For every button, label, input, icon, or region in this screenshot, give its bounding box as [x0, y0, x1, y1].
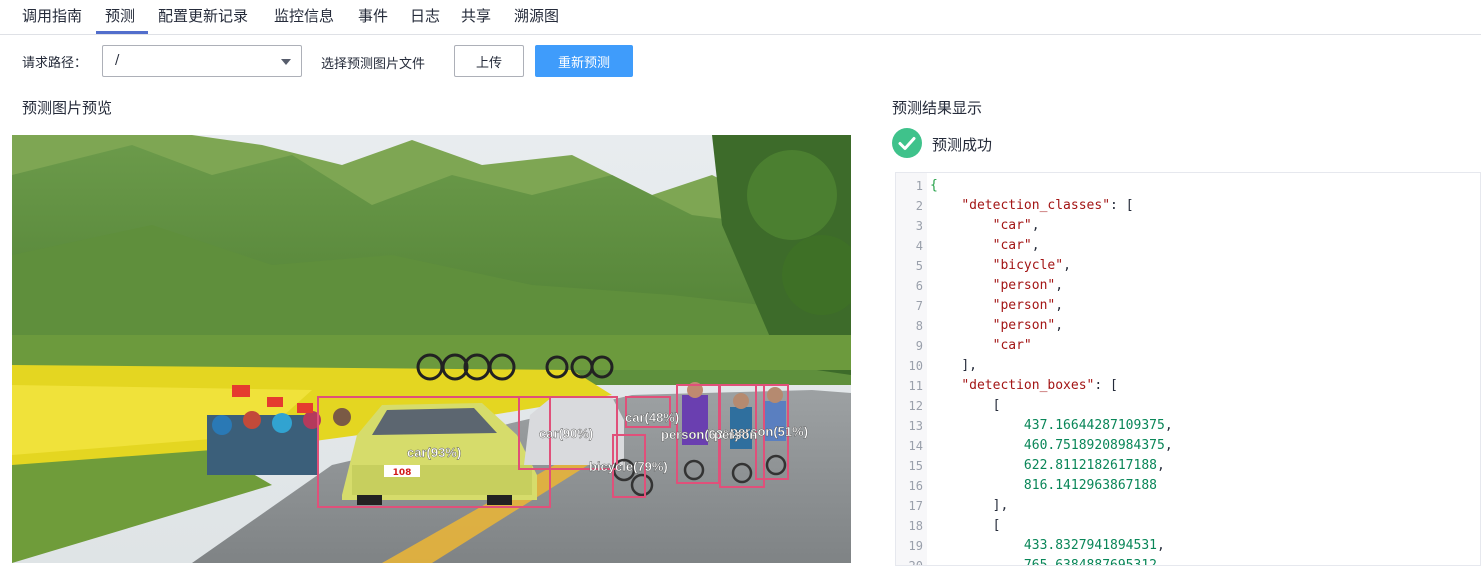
code-text: "car", — [992, 218, 1040, 233]
line-number: 7 — [915, 299, 923, 313]
line-number: 13 — [908, 419, 923, 433]
code-text: 460.75189208984375, — [1023, 438, 1173, 453]
scene-image: 108 car(93%) car(90%) car(48%) bicycle(7… — [12, 135, 851, 563]
status-text: 预测成功 — [932, 136, 993, 154]
line-number: 10 — [908, 359, 923, 373]
code-line: 18 [ — [896, 516, 1480, 536]
line-number: 14 — [908, 439, 923, 453]
code-line: 4 "car", — [896, 236, 1480, 256]
code-line: 5 "bicycle", — [896, 256, 1480, 276]
active-tab-indicator — [96, 31, 148, 34]
code-line: 8 "person", — [896, 316, 1480, 336]
code-line: 13 437.16644287109375, — [896, 416, 1480, 436]
code-text: [ — [992, 518, 1001, 533]
line-number: 16 — [908, 479, 923, 493]
path-select-value: / — [115, 53, 120, 68]
code-text: "person", — [992, 318, 1064, 333]
line-number: 17 — [908, 499, 923, 513]
detection-label: car(90%) — [539, 426, 593, 441]
line-number: 3 — [915, 219, 923, 233]
license-plate: 108 — [393, 468, 412, 478]
check-circle-icon — [892, 128, 922, 158]
tab-logs[interactable]: 日志 — [410, 6, 440, 26]
tab-monitoring[interactable]: 监控信息 — [274, 6, 334, 26]
code-line: 3 "car", — [896, 216, 1480, 236]
line-number: 19 — [908, 539, 923, 553]
code-line: 15 622.8112182617188, — [896, 456, 1480, 476]
code-text: "person", — [992, 298, 1064, 313]
code-text: "detection_boxes": [ — [961, 378, 1118, 393]
code-text: { — [930, 178, 938, 193]
code-text: "car", — [992, 238, 1040, 253]
code-line: 9 "car" — [896, 336, 1480, 356]
code-line: 1{ — [896, 176, 1480, 196]
detection-label: bicycle(79%) — [589, 459, 668, 474]
detection-label: car(48%) — [625, 410, 679, 425]
detection-label: car(93%) — [407, 445, 461, 460]
line-number: 1 — [915, 179, 923, 193]
line-number: 11 — [908, 379, 923, 393]
prediction-image-preview: 108 car(93%) car(90%) car(48%) bicycle(7… — [12, 135, 851, 563]
detection-label: person — [714, 427, 757, 442]
json-result-viewer[interactable]: 1{2 "detection_classes": [3 "car", 4 "car… — [895, 172, 1481, 566]
path-label: 请求路径： — [22, 56, 88, 71]
code-line: 20 765.6384887695312, — [896, 556, 1480, 566]
code-line: 12 [ — [896, 396, 1480, 416]
code-text: ], — [961, 358, 977, 373]
file-select-label: 选择预测图片文件 — [321, 57, 426, 72]
tab-guide[interactable]: 调用指南 — [22, 6, 82, 26]
preview-title: 预测图片预览 — [22, 99, 113, 117]
code-text: [ — [992, 398, 1001, 413]
code-line: 10 ], — [896, 356, 1480, 376]
line-number: 20 — [908, 559, 923, 566]
code-text: "car" — [992, 338, 1032, 353]
code-text: 437.16644287109375, — [1023, 418, 1173, 433]
result-title: 预测结果显示 — [892, 99, 983, 117]
upload-button[interactable]: 上传 — [454, 45, 524, 77]
code-text: 765.6384887695312, — [1023, 558, 1165, 566]
line-number: 18 — [908, 519, 923, 533]
tab-predict[interactable]: 预测 — [105, 6, 135, 26]
line-number: 5 — [915, 259, 923, 273]
code-line: 6 "person", — [896, 276, 1480, 296]
repredict-button[interactable]: 重新预测 — [535, 45, 633, 77]
code-line: 7 "person", — [896, 296, 1480, 316]
code-line: 14 460.75189208984375, — [896, 436, 1480, 456]
line-number: 9 — [915, 339, 923, 353]
line-number: 6 — [915, 279, 923, 293]
code-line: 17 ], — [896, 496, 1480, 516]
line-number: 8 — [915, 319, 923, 333]
line-number: 12 — [908, 399, 923, 413]
tab-bar: 调用指南 预测 配置更新记录 监控信息 事件 日志 共享 溯源图 — [0, 0, 1481, 35]
tab-events[interactable]: 事件 — [358, 6, 388, 26]
line-number: 2 — [915, 199, 923, 213]
code-line: 19 433.8327941894531, — [896, 536, 1480, 556]
code-text: ], — [992, 498, 1009, 513]
code-text: 622.8112182617188, — [1023, 458, 1165, 473]
code-text: "detection_classes": [ — [961, 198, 1134, 213]
code-text: 433.8327941894531, — [1023, 538, 1165, 553]
line-number: 4 — [915, 239, 923, 253]
line-number: 15 — [908, 459, 923, 473]
code-text: 816.1412963867188 — [1023, 478, 1157, 493]
path-select[interactable]: / — [102, 45, 302, 77]
code-line: 16 816.1412963867188 — [896, 476, 1480, 496]
code-line: 11 "detection_boxes": [ — [896, 376, 1480, 396]
tab-lineage[interactable]: 溯源图 — [514, 6, 559, 26]
code-line: 2 "detection_classes": [ — [896, 196, 1480, 216]
tab-share[interactable]: 共享 — [461, 6, 491, 26]
code-text: "bicycle", — [992, 258, 1071, 273]
chevron-down-icon — [281, 59, 291, 65]
tab-config-history[interactable]: 配置更新记录 — [158, 6, 248, 26]
code-text: "person", — [992, 278, 1064, 293]
